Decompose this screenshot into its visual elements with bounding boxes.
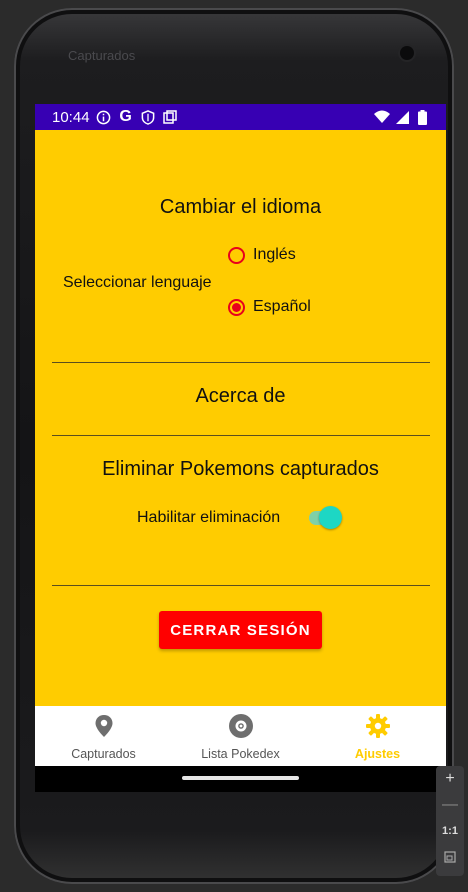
clipboard-icon [162, 109, 178, 125]
radio-label: Español [253, 298, 311, 315]
divider [52, 362, 430, 363]
google-icon: G [119, 108, 132, 125]
radio-button[interactable] [228, 246, 245, 264]
settings-screen: Cambiar el idioma Seleccionar lenguaje I… [35, 130, 446, 706]
nav-item-lista-pokedex[interactable]: Lista Pokedex [172, 706, 309, 766]
wifi-icon [374, 109, 390, 125]
radio-option-ingles[interactable]: Inglés [228, 246, 296, 264]
nav-label: Capturados [71, 747, 136, 761]
gear-icon [365, 714, 390, 743]
nav-label: Ajustes [354, 747, 401, 761]
status-time: 10:44 [52, 108, 90, 126]
gesture-bar [35, 766, 446, 792]
radio-button-selected[interactable] [228, 298, 245, 316]
nav-ghost-capturados: Capturados [68, 48, 136, 63]
delete-section-title: Eliminar Pokemons capturados [102, 458, 379, 480]
divider [52, 585, 430, 586]
logout-button[interactable]: CERRAR SESIÓN [159, 611, 322, 649]
battery-icon [414, 109, 430, 125]
delete-toggle-switch[interactable] [307, 506, 343, 530]
info-icon [96, 109, 112, 125]
radio-label: Inglés [253, 246, 296, 263]
zoom-in-button[interactable]: + [436, 766, 464, 792]
camera-lens [400, 46, 414, 60]
zoom-one-to-one-button[interactable]: 1:1 [436, 818, 464, 844]
zoom-out-button[interactable]: — [436, 792, 464, 818]
status-bar: 10:44 G [35, 104, 446, 130]
nav-item-ajustes[interactable]: Ajustes [309, 706, 446, 766]
nav-label: Lista Pokedex [201, 747, 280, 761]
home-gesture-handle[interactable] [182, 776, 299, 780]
fit-screen-icon[interactable] [436, 844, 464, 870]
pokeball-icon [228, 714, 253, 743]
about-link[interactable]: Acerca de [35, 385, 446, 408]
signal-icon [394, 109, 410, 125]
nav-item-capturados[interactable]: Capturados [35, 706, 172, 766]
phone-screen: 10:44 G Cambiar el idioma Seleccionar le… [35, 104, 446, 792]
shield-icon [140, 109, 156, 125]
language-section-title: Cambiar el idioma [159, 196, 322, 218]
emulator-toolbar: + — 1:1 [436, 766, 464, 876]
location-pin-icon [94, 714, 114, 743]
radio-option-espanol[interactable]: Español [228, 298, 311, 316]
bottom-navigation: Capturados Lista Pokedex Ajustes [35, 706, 446, 766]
delete-toggle-label: Habilitar eliminación [137, 509, 281, 526]
divider [52, 435, 430, 436]
language-select-label: Seleccionar lenguaje [63, 274, 212, 291]
